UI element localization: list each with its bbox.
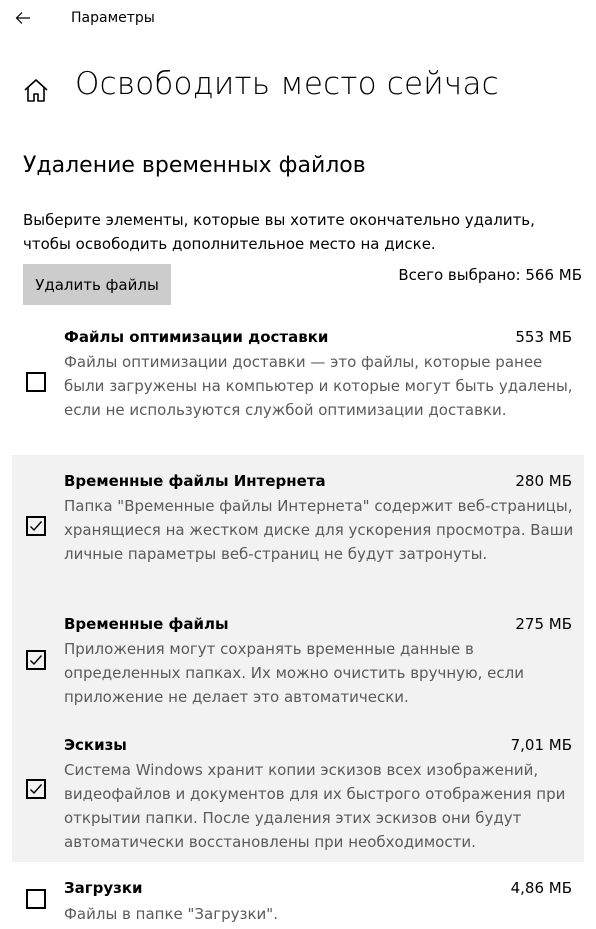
- app-title: Параметры: [71, 10, 155, 26]
- checkmark-icon: [30, 784, 43, 795]
- checkbox-downloads[interactable]: [26, 889, 46, 909]
- list-item-thumbnails[interactable]: Эскизы 7,01 МБ Система Windows хранит ко…: [12, 719, 584, 862]
- list-item-internet-temp-files[interactable]: Временные файлы Интернета 280 МБ Папка "…: [12, 455, 584, 597]
- checkbox-thumbnails[interactable]: [26, 779, 46, 799]
- section-description: Выберите элементы, которые вы хотите око…: [23, 211, 535, 253]
- item-name: Временные файлы Интернета: [64, 472, 326, 490]
- item-size: 275 МБ: [515, 615, 572, 633]
- total-selected: Всего выбрано: 566 МБ: [398, 266, 582, 284]
- title-bar: Параметры: [0, 0, 596, 38]
- item-description: Файлы оптимизации доставки — это файлы, …: [64, 353, 573, 419]
- item-description: Файлы в папке "Загрузки".: [64, 905, 278, 923]
- item-size: 553 МБ: [515, 328, 572, 346]
- item-description: Приложения могут сохранять временные дан…: [64, 640, 524, 706]
- home-icon[interactable]: [22, 76, 50, 104]
- back-button[interactable]: [8, 4, 38, 32]
- delete-files-button[interactable]: Удалить файлы: [23, 264, 171, 305]
- back-arrow-icon: [15, 12, 30, 24]
- item-name: Файлы оптимизации доставки: [64, 328, 329, 346]
- item-description: Папка "Временные файлы Интернета" содерж…: [64, 497, 574, 563]
- item-size: 280 МБ: [515, 472, 572, 490]
- section-title: Удаление временных файлов: [23, 153, 366, 178]
- checkmark-icon: [30, 655, 43, 666]
- list-item-downloads[interactable]: Загрузки 4,86 МБ Файлы в папке "Загрузки…: [12, 862, 584, 929]
- item-description: Система Windows хранит копии эскизов все…: [64, 761, 566, 851]
- page-title: Освободить место сейчас: [75, 66, 499, 102]
- list-item-temp-files[interactable]: Временные файлы 275 МБ Приложения могут …: [12, 597, 584, 719]
- checkbox-temp-files[interactable]: [26, 650, 46, 670]
- list-item-delivery-optimization[interactable]: Файлы оптимизации доставки 553 МБ Файлы …: [12, 318, 584, 454]
- checkbox-internet-temp-files[interactable]: [26, 516, 46, 536]
- item-size: 4,86 МБ: [510, 879, 572, 897]
- checkbox-delivery-optimization[interactable]: [26, 372, 46, 392]
- item-size: 7,01 МБ: [510, 736, 572, 754]
- checkmark-icon: [30, 521, 43, 532]
- item-name: Эскизы: [64, 736, 127, 754]
- page-header: Освободить место сейчас: [0, 62, 596, 118]
- item-name: Загрузки: [64, 879, 143, 897]
- item-name: Временные файлы: [64, 615, 229, 633]
